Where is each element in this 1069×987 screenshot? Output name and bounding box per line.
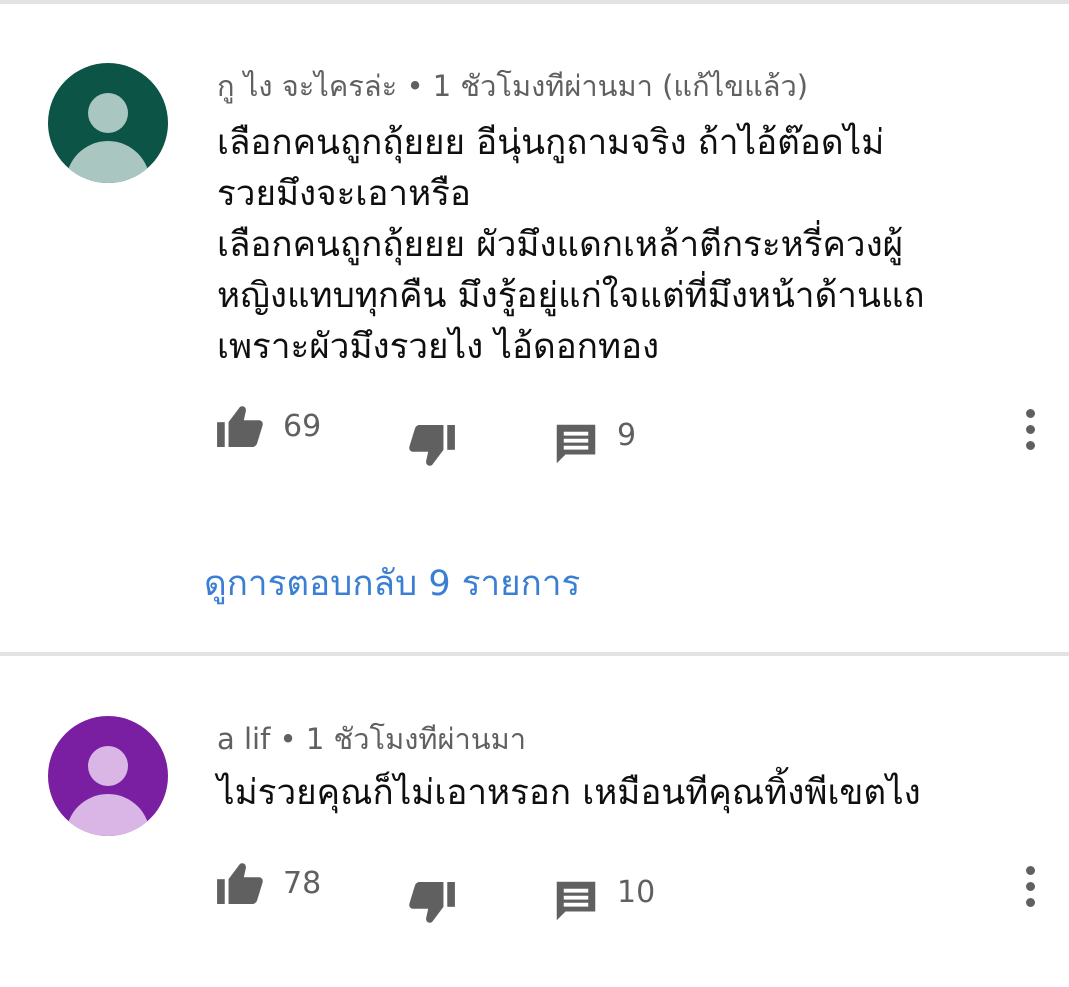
reply-button[interactable]: 9 (555, 405, 636, 465)
comment-divider (0, 652, 1069, 656)
comment-text: ไม่รวยคุณก็ไม่เอาหรอก เหมือนทีคุณทิ้งพีเ… (217, 773, 921, 813)
comment-time: 1 ชัวโมงทีผ่านมา (แก้ไขแล้ว) (432, 69, 809, 103)
thumb-down-icon (409, 425, 455, 466)
comment-actions: 69 9 (217, 405, 1057, 467)
reply-count: 10 (617, 874, 656, 910)
reply-count: 9 (617, 417, 637, 453)
reply-button[interactable]: 10 (555, 862, 655, 922)
like-button[interactable]: 78 (217, 862, 321, 904)
avatar[interactable] (48, 63, 168, 183)
comment-time: 1 ชัวโมงทีผ่านมา (305, 722, 526, 756)
thumb-up-icon (217, 406, 263, 447)
thumb-up-icon (217, 863, 263, 904)
like-count: 69 (283, 408, 322, 444)
avatar-head (88, 746, 128, 786)
avatar-head (88, 93, 128, 133)
avatar-body (66, 141, 150, 183)
view-replies-link[interactable]: ดูการตอบกลับ 9 รายการ (204, 556, 580, 611)
more-vert-icon[interactable] (1021, 866, 1039, 910)
comment-meta: กู ไง จะไครล่ะ • 1 ชัวโมงทีผ่านมา (แก้ไข… (217, 63, 808, 109)
author-name[interactable]: กู ไง จะไครล่ะ (217, 69, 397, 103)
like-count: 78 (283, 865, 322, 901)
comment-meta: a lif • 1 ชัวโมงทีผ่านมา (217, 716, 526, 762)
like-button[interactable]: 69 (217, 405, 321, 447)
avatar[interactable] (48, 716, 168, 836)
author-name[interactable]: a lif (217, 722, 270, 756)
top-divider (0, 0, 1069, 4)
thumb-down-icon (409, 882, 455, 923)
more-vert-icon[interactable] (1021, 409, 1039, 453)
dislike-button[interactable] (409, 405, 455, 467)
reply-icon (556, 881, 596, 921)
comment-actions: 78 10 (217, 862, 1057, 924)
reply-icon (556, 424, 596, 464)
meta-separator: • (279, 722, 297, 756)
dislike-button[interactable] (409, 862, 455, 924)
meta-separator: • (406, 69, 424, 103)
comment-text: เลือกคนถูกถุ้ยยย อีนุ่นกูถามจริง ถ้าไอ้ต… (217, 123, 925, 367)
avatar-body (66, 794, 150, 836)
